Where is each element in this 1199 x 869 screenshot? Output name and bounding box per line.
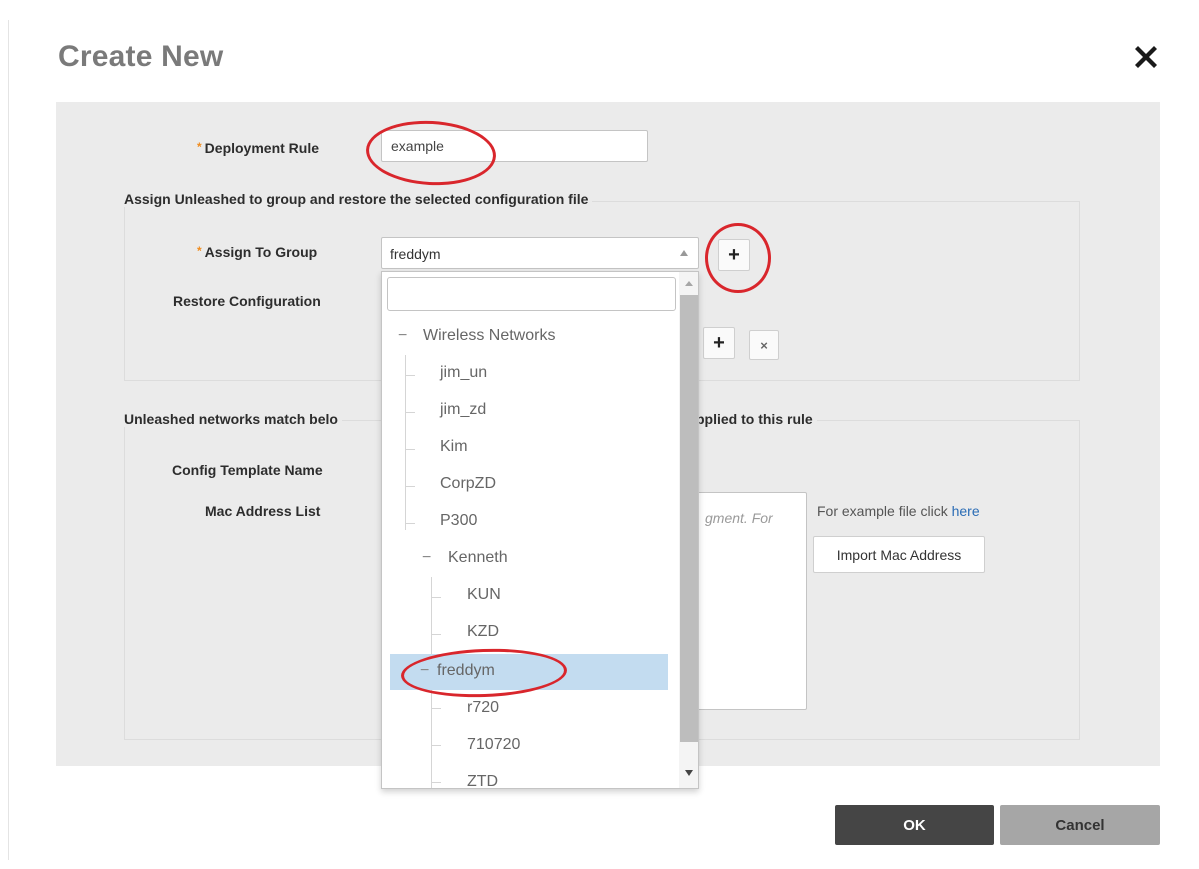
example-file-hint: For example file click here <box>817 503 980 519</box>
tree-item-label: P300 <box>440 512 478 529</box>
match-section-legend-left: Unleashed networks match belo <box>124 411 342 427</box>
assign-to-group-select[interactable]: freddym <box>381 237 699 269</box>
tree-item-label: ZTD <box>467 773 499 789</box>
mac-address-placeholder: gment. For <box>705 510 773 526</box>
close-icon <box>1135 46 1157 68</box>
tree-item-wireless-networks[interactable]: − Wireless Networks <box>382 319 678 355</box>
tree-item-label: CorpZD <box>440 475 497 492</box>
scrollbar-thumb[interactable] <box>680 295 698 742</box>
scroll-up-arrow-icon[interactable] <box>685 281 693 286</box>
restore-configuration-label: Restore Configuration <box>173 293 321 309</box>
dialog-title: Create New <box>58 40 224 73</box>
required-mark: * <box>197 140 202 154</box>
tree-item-p300[interactable]: P300 <box>382 504 678 540</box>
background-divider <box>8 20 9 860</box>
ok-button[interactable]: OK <box>835 805 994 845</box>
deployment-rule-label-text: Deployment Rule <box>204 140 320 156</box>
tree-item-ztd[interactable]: ZTD <box>382 765 678 789</box>
tree-item-kim[interactable]: Kim <box>382 430 678 466</box>
assign-section-legend: Assign Unleashed to group and restore th… <box>124 191 593 207</box>
tree-item-jim-un[interactable]: jim_un <box>382 356 678 392</box>
add-group-button[interactable]: + <box>718 239 750 271</box>
tree-item-label: 710720 <box>467 736 521 753</box>
clear-configuration-button[interactable]: × <box>749 330 779 360</box>
tree-item-label: r720 <box>467 699 500 716</box>
tree-item-label: Wireless Networks <box>423 327 556 344</box>
mac-address-list-label: Mac Address List <box>205 503 321 519</box>
collapse-icon[interactable]: − <box>422 549 431 567</box>
deployment-rule-label: * Deployment Rule <box>197 140 319 156</box>
required-mark: * <box>197 244 202 258</box>
scroll-down-arrow-icon[interactable] <box>685 770 693 776</box>
assign-to-group-label: * Assign To Group <box>197 244 317 260</box>
chevron-up-icon <box>680 250 688 256</box>
tree-item-label: jim_un <box>440 364 488 381</box>
add-configuration-button[interactable]: + <box>703 327 735 359</box>
assign-to-group-value: freddym <box>390 246 441 262</box>
tree-item-label: KZD <box>467 623 499 640</box>
tree-item-jim-zd[interactable]: jim_zd <box>382 393 678 429</box>
tree-item-label: KUN <box>467 586 501 603</box>
tree-item-kenneth[interactable]: − Kenneth <box>382 541 678 577</box>
close-button[interactable] <box>1131 42 1161 72</box>
import-mac-address-button[interactable]: Import Mac Address <box>813 536 985 573</box>
tree-item-corpzd[interactable]: CorpZD <box>382 467 678 503</box>
tree-item-label: freddym <box>437 662 495 679</box>
background-page-edge <box>0 0 10 869</box>
tree-item-r720[interactable]: r720 <box>382 691 678 727</box>
match-section-legend-right: pplied to this rule <box>696 411 817 427</box>
tree-item-freddym[interactable]: − freddym <box>390 654 668 690</box>
tree-item-kun[interactable]: KUN <box>382 578 678 614</box>
tree-item-710720[interactable]: 710720 <box>382 728 678 764</box>
collapse-icon[interactable]: − <box>420 662 429 680</box>
example-file-hint-text: For example file click <box>817 503 952 519</box>
tree-item-label: Kim <box>440 438 468 455</box>
deployment-rule-input[interactable] <box>381 130 648 162</box>
example-file-link[interactable]: here <box>952 503 980 519</box>
tree-item-label: Kenneth <box>448 549 508 566</box>
group-dropdown: − Wireless Networks jim_un jim_zd Kim Co… <box>381 271 699 789</box>
config-template-name-label: Config Template Name <box>172 462 323 478</box>
tree-item-kzd[interactable]: KZD <box>382 615 678 651</box>
dropdown-scrollbar[interactable] <box>679 272 698 788</box>
group-search-input[interactable] <box>387 277 676 311</box>
tree-item-label: jim_zd <box>440 401 487 418</box>
cancel-button[interactable]: Cancel <box>1000 805 1160 845</box>
assign-to-group-label-text: Assign To Group <box>204 244 318 260</box>
collapse-icon[interactable]: − <box>398 327 407 345</box>
